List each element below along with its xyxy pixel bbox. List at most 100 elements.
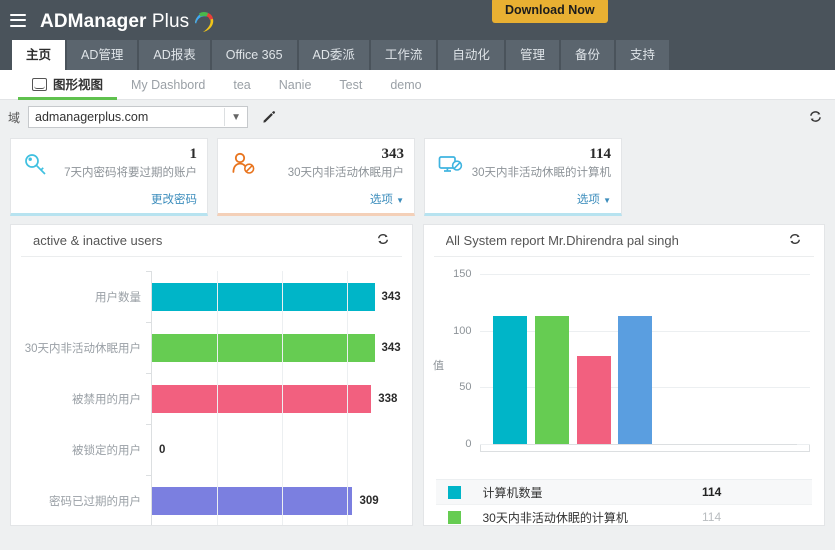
pencil-icon[interactable] <box>262 110 276 124</box>
gridline <box>411 424 412 475</box>
bar-group <box>492 275 797 445</box>
bar[interactable] <box>534 315 569 444</box>
legend-table: 计算机数量 114 30天内非活动休眠的计算机 114 <box>435 479 813 525</box>
card-inactive-computers[interactable]: 114 30天内非活动休眠的计算机 选项 ▼ <box>424 138 622 216</box>
y-axis-tick-label: 50 <box>459 381 472 394</box>
bar-fill[interactable] <box>152 384 372 413</box>
legend-row[interactable]: 30天内非活动休眠的计算机 114 <box>436 505 813 525</box>
legend-color-swatch <box>447 510 461 524</box>
user-disabled-icon <box>228 148 260 180</box>
bar-category-label: 被禁用的用户 <box>72 393 141 406</box>
download-now-button[interactable]: Download Now <box>492 0 608 23</box>
brand-light: Plus <box>146 11 190 32</box>
gridline <box>216 271 218 322</box>
card-action-change-password[interactable]: 更改密码 <box>151 191 197 207</box>
card-inactive-users[interactable]: 343 30天内非活动休眠用户 选项 ▼ <box>217 138 415 216</box>
gridline <box>346 322 348 373</box>
gridline <box>346 271 348 322</box>
bar-track: 343 <box>146 322 412 373</box>
legend-row[interactable]: 计算机数量 114 <box>435 480 812 505</box>
legend-series-name: 计算机数量 <box>482 485 543 500</box>
subtab-demo[interactable]: demo <box>376 70 435 100</box>
logo-swoosh-icon <box>191 7 217 33</box>
gridline <box>346 424 348 475</box>
y-axis-tick-label: 0 <box>465 438 472 450</box>
subtab-graph-view-label: 图形视图 <box>53 77 104 92</box>
card-action-options[interactable]: 选项 ▼ <box>370 191 404 207</box>
bar[interactable] <box>618 315 653 444</box>
subtab-nanie[interactable]: Nanie <box>265 70 326 100</box>
tab-support[interactable]: 支持 <box>615 40 669 70</box>
subtab-graph-view[interactable]: 图形视图 <box>18 70 118 100</box>
subtab-my-dashbord[interactable]: My Dashbord <box>117 70 219 100</box>
tab-administration[interactable]: 管理 <box>505 40 559 70</box>
tab-backup[interactable]: 备份 <box>560 40 614 70</box>
card-label: 30天内非活动休眠的计算机 <box>471 167 611 179</box>
key-icon <box>21 148 53 180</box>
subtab-tea[interactable]: tea <box>219 70 264 100</box>
bar-category-label: 用户数量 <box>95 291 141 304</box>
tab-ad-delegation[interactable]: AD委派 <box>298 40 369 70</box>
tab-ad-reports[interactable]: AD报表 <box>139 40 210 70</box>
hamburger-icon[interactable] <box>10 13 26 27</box>
legend-series-value: 114 <box>702 510 722 524</box>
chevron-down-icon: ▼ <box>231 111 242 123</box>
summary-cards: 1 7天内密码将要过期的账户 更改密码 343 30天内非活动休眠用户 选项 ▼… <box>0 134 835 216</box>
bar-track: 343 <box>146 271 412 322</box>
vertical-bar-chart: 值 0 50 100 150 <box>424 257 825 473</box>
domain-select[interactable]: admanagerplus.com ▼ <box>28 106 249 128</box>
bar-value-label: 0 <box>159 443 166 456</box>
app-brand: ADManager Plus <box>40 7 217 33</box>
card-label: 7天内密码将要过期的账户 <box>64 167 197 179</box>
gridline <box>411 373 412 424</box>
panel-header: active & inactive users <box>21 225 402 257</box>
sub-tab-bar: 图形视图 My Dashbord tea Nanie Test demo <box>0 70 835 100</box>
page-refresh-icon[interactable] <box>808 109 823 127</box>
panel-active-inactive-users: active & inactive users 用户数量 343 30天内非活动休眠… <box>10 224 413 526</box>
bar-fill[interactable] <box>152 282 375 311</box>
card-value: 343 <box>381 146 405 162</box>
card-action-label: 更改密码 <box>151 194 197 206</box>
domain-select-divider <box>224 108 226 126</box>
tab-workflow[interactable]: 工作流 <box>370 40 437 70</box>
tab-automation[interactable]: 自动化 <box>438 40 504 70</box>
gridline <box>216 475 218 525</box>
bar-value-label: 309 <box>359 494 379 507</box>
tab-ad-management[interactable]: AD管理 <box>67 40 138 70</box>
panel-header: All System report Mr.Dhirendra pal singh <box>433 225 814 257</box>
axis-tick <box>146 424 152 425</box>
axis-tick <box>146 322 152 323</box>
gridline <box>216 373 218 424</box>
bar[interactable] <box>576 356 611 444</box>
bar[interactable] <box>492 315 527 444</box>
gridline <box>411 475 412 525</box>
card-action-label: 选项 <box>576 194 600 206</box>
main-tab-bar: 主页 AD管理 AD报表 Office 365 AD委派 工作流 自动化 管理 … <box>0 40 835 70</box>
subtab-test[interactable]: Test <box>325 70 376 100</box>
y-axis-label: 值 <box>431 359 444 371</box>
card-value: 1 <box>189 146 198 162</box>
gridline <box>346 373 348 424</box>
gridline <box>411 322 412 373</box>
bar-category-label: 30天内非活动休眠用户 <box>24 342 141 355</box>
panel-title: active & inactive users <box>33 233 163 248</box>
tab-home[interactable]: 主页 <box>12 40 66 70</box>
bar-row: 用户数量 343 <box>11 271 412 322</box>
y-axis-tick-label: 100 <box>453 324 472 337</box>
axis-tick <box>146 271 152 272</box>
card-password-expiring[interactable]: 1 7天内密码将要过期的账户 更改密码 <box>10 138 208 216</box>
bar-row: 30天内非活动休眠用户 343 <box>11 322 412 373</box>
panel-refresh-icon[interactable] <box>788 232 802 249</box>
tab-office-365[interactable]: Office 365 <box>211 40 297 70</box>
gridline <box>281 373 283 424</box>
bar-fill[interactable] <box>152 486 353 515</box>
bar-track: 338 <box>146 373 412 424</box>
panel-refresh-icon[interactable] <box>376 232 390 249</box>
bar-category-label: 被锁定的用户 <box>72 444 141 457</box>
bar-row: 被锁定的用户 0 <box>11 424 412 475</box>
gridline <box>216 322 218 373</box>
card-label: 30天内非活动休眠用户 <box>287 167 404 179</box>
card-action-options[interactable]: 选项 ▼ <box>577 191 611 207</box>
bar-fill[interactable] <box>152 333 375 362</box>
bar-row: 被禁用的用户 338 <box>11 373 412 424</box>
